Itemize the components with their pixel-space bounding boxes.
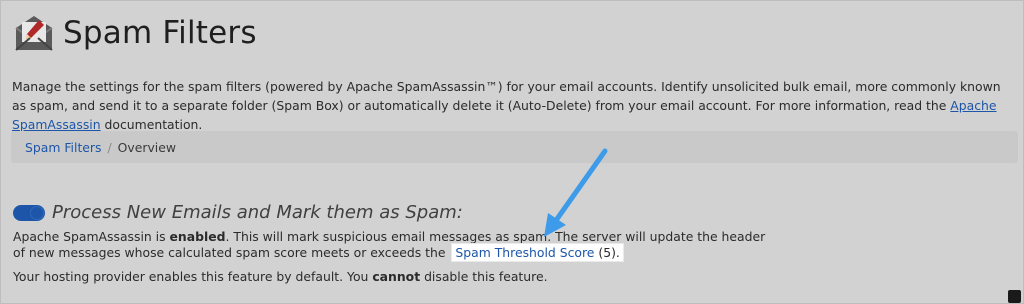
corner-widget-icon[interactable] — [1008, 290, 1021, 303]
page-frame: Spam Filters Manage the settings for the… — [0, 0, 1024, 304]
annotation-arrow-icon — [544, 148, 608, 237]
